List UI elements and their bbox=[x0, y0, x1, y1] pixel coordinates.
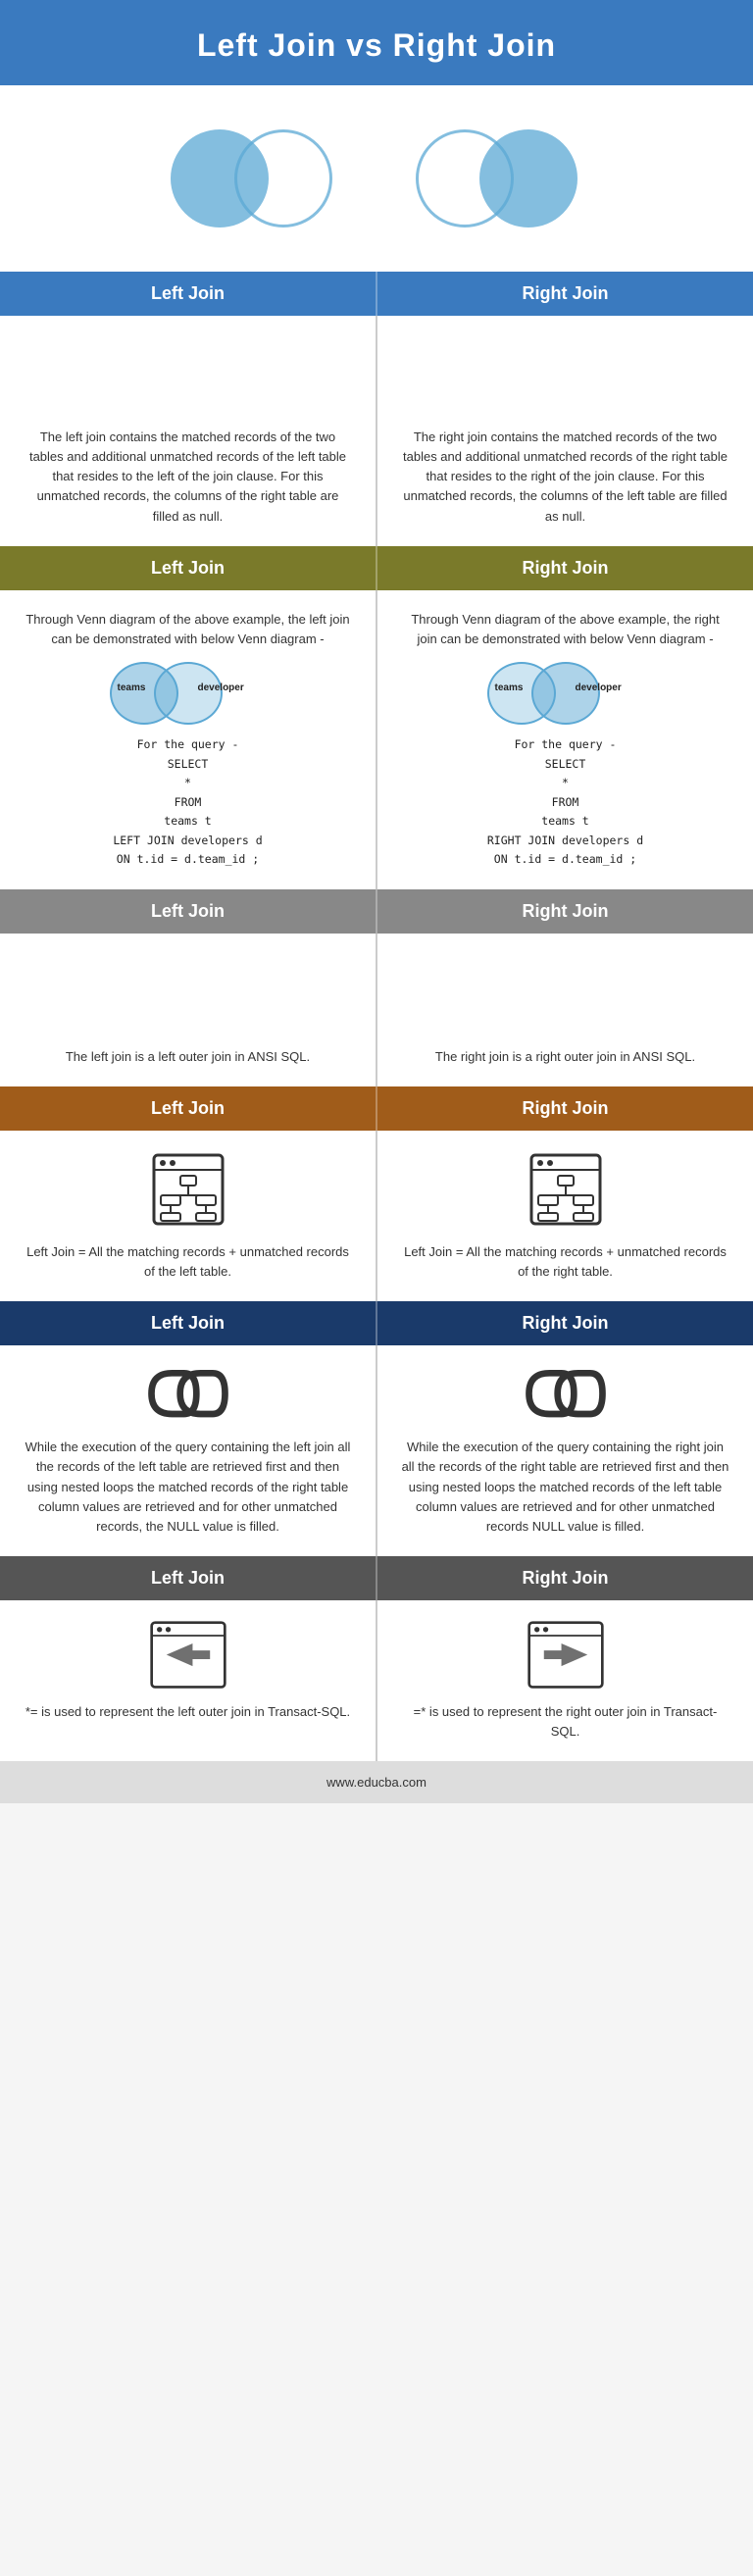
section-5-left-col: While the execution of the query contain… bbox=[0, 1345, 377, 1556]
database-icon-left bbox=[149, 1150, 227, 1229]
section-2-body: Through Venn diagram of the above exampl… bbox=[0, 590, 753, 889]
section-1-body: The left join contains the matched recor… bbox=[0, 316, 753, 546]
section-2-left-title: Left Join bbox=[0, 546, 377, 590]
section-2-header: Left Join Right Join bbox=[0, 546, 753, 590]
top-left-venn bbox=[171, 125, 337, 232]
section-6-body: *= is used to represent the left outer j… bbox=[0, 1600, 753, 1761]
section-1-left-col: The left join contains the matched recor… bbox=[0, 316, 377, 546]
right-circle bbox=[234, 129, 332, 227]
venn-circle-right bbox=[502, 335, 573, 406]
query-venn-right-label: developer bbox=[576, 681, 622, 696]
section-6-right-title: Right Join bbox=[377, 1556, 753, 1600]
top-venn-section bbox=[0, 85, 753, 272]
section-3-right-venn bbox=[502, 953, 629, 1032]
section-2-right-intro: Through Venn diagram of the above exampl… bbox=[401, 610, 729, 649]
section-6: Left Join Right Join *= is used to repre… bbox=[0, 1556, 753, 1761]
venn-circle-right bbox=[125, 335, 195, 406]
section-3-left-col: The left join is a left outer join in AN… bbox=[0, 934, 377, 1086]
right-circle bbox=[479, 129, 577, 227]
section-4: Left Join Right Join bbox=[0, 1086, 753, 1301]
section-5-left-text: While the execution of the query contain… bbox=[24, 1438, 352, 1537]
section-3-left-venn bbox=[125, 953, 252, 1032]
query-venn-left-label: teams bbox=[495, 681, 524, 696]
section-4-left-text: Left Join = All the matching records + u… bbox=[24, 1242, 352, 1282]
section-1-header: Left Join Right Join bbox=[0, 272, 753, 316]
section-6-header: Left Join Right Join bbox=[0, 1556, 753, 1600]
section-1-right-text: The right join contains the matched reco… bbox=[401, 428, 729, 527]
chain-icon-left bbox=[139, 1365, 237, 1424]
section-1: Left Join Right Join The left join conta… bbox=[0, 272, 753, 546]
section-5-header: Left Join Right Join bbox=[0, 1301, 753, 1345]
section-3-left-title: Left Join bbox=[0, 889, 377, 934]
section-3: Left Join Right Join The left join is a … bbox=[0, 889, 753, 1086]
section-4-right-title: Right Join bbox=[377, 1086, 753, 1131]
section-5-body: While the execution of the query contain… bbox=[0, 1345, 753, 1556]
top-right-venn bbox=[416, 125, 582, 232]
section-1-left-text: The left join contains the matched recor… bbox=[24, 428, 352, 527]
page-title: Left Join vs Right Join bbox=[20, 27, 733, 64]
window-icon-left bbox=[149, 1620, 227, 1689]
section-6-left-col: *= is used to represent the left outer j… bbox=[0, 1600, 377, 1761]
section-6-left-text: *= is used to represent the left outer j… bbox=[24, 1702, 352, 1722]
query-venn-left-label: teams bbox=[118, 681, 146, 696]
section-2-left-query: For the query - SELECT*FROMteams tLEFT J… bbox=[24, 735, 352, 870]
venn-circle-right bbox=[125, 953, 195, 1024]
section-2-right-query: For the query - SELECT*FROMteams tRIGHT … bbox=[401, 735, 729, 870]
section-1-left-venn bbox=[125, 335, 252, 414]
section-5: Left Join Right Join While the execution… bbox=[0, 1301, 753, 1556]
page-footer: www.educba.com bbox=[0, 1761, 753, 1803]
section-2-right-venn: teams developer bbox=[487, 659, 644, 728]
section-2-left-col: Through Venn diagram of the above exampl… bbox=[0, 590, 377, 889]
venn-circle-right bbox=[502, 953, 573, 1024]
section-1-left-title: Left Join bbox=[0, 272, 377, 316]
section-3-body: The left join is a left outer join in AN… bbox=[0, 934, 753, 1086]
database-icon-right bbox=[527, 1150, 605, 1229]
section-4-body: Left Join = All the matching records + u… bbox=[0, 1131, 753, 1301]
section-2-left-intro: Through Venn diagram of the above exampl… bbox=[24, 610, 352, 649]
section-4-right-text: Left Join = All the matching records + u… bbox=[401, 1242, 729, 1282]
section-4-header: Left Join Right Join bbox=[0, 1086, 753, 1131]
section-6-right-text: =* is used to represent the right outer … bbox=[401, 1702, 729, 1742]
section-4-right-col: Left Join = All the matching records + u… bbox=[377, 1131, 753, 1301]
section-3-right-title: Right Join bbox=[377, 889, 753, 934]
section-2-right-col: Through Venn diagram of the above exampl… bbox=[377, 590, 753, 889]
section-5-left-title: Left Join bbox=[0, 1301, 377, 1345]
page-header: Left Join vs Right Join bbox=[0, 0, 753, 85]
section-2-right-title: Right Join bbox=[377, 546, 753, 590]
section-6-left-title: Left Join bbox=[0, 1556, 377, 1600]
section-2-left-venn: teams developer bbox=[110, 659, 267, 728]
section-1-right-venn bbox=[502, 335, 629, 414]
footer-url: www.educba.com bbox=[326, 1775, 427, 1790]
section-5-right-title: Right Join bbox=[377, 1301, 753, 1345]
section-4-left-title: Left Join bbox=[0, 1086, 377, 1131]
section-5-right-col: While the execution of the query contain… bbox=[377, 1345, 753, 1556]
chain-icon-right bbox=[517, 1365, 615, 1424]
section-4-left-col: Left Join = All the matching records + u… bbox=[0, 1131, 377, 1301]
section-3-left-text: The left join is a left outer join in AN… bbox=[24, 1047, 352, 1067]
section-5-right-text: While the execution of the query contain… bbox=[401, 1438, 729, 1537]
section-2: Left Join Right Join Through Venn diagra… bbox=[0, 546, 753, 889]
section-1-right-title: Right Join bbox=[377, 272, 753, 316]
window-icon-right bbox=[527, 1620, 605, 1689]
query-venn-right-label: developer bbox=[198, 681, 244, 696]
section-1-right-col: The right join contains the matched reco… bbox=[377, 316, 753, 546]
section-6-right-col: =* is used to represent the right outer … bbox=[377, 1600, 753, 1761]
section-3-right-text: The right join is a right outer join in … bbox=[401, 1047, 729, 1067]
section-3-header: Left Join Right Join bbox=[0, 889, 753, 934]
section-3-right-col: The right join is a right outer join in … bbox=[377, 934, 753, 1086]
